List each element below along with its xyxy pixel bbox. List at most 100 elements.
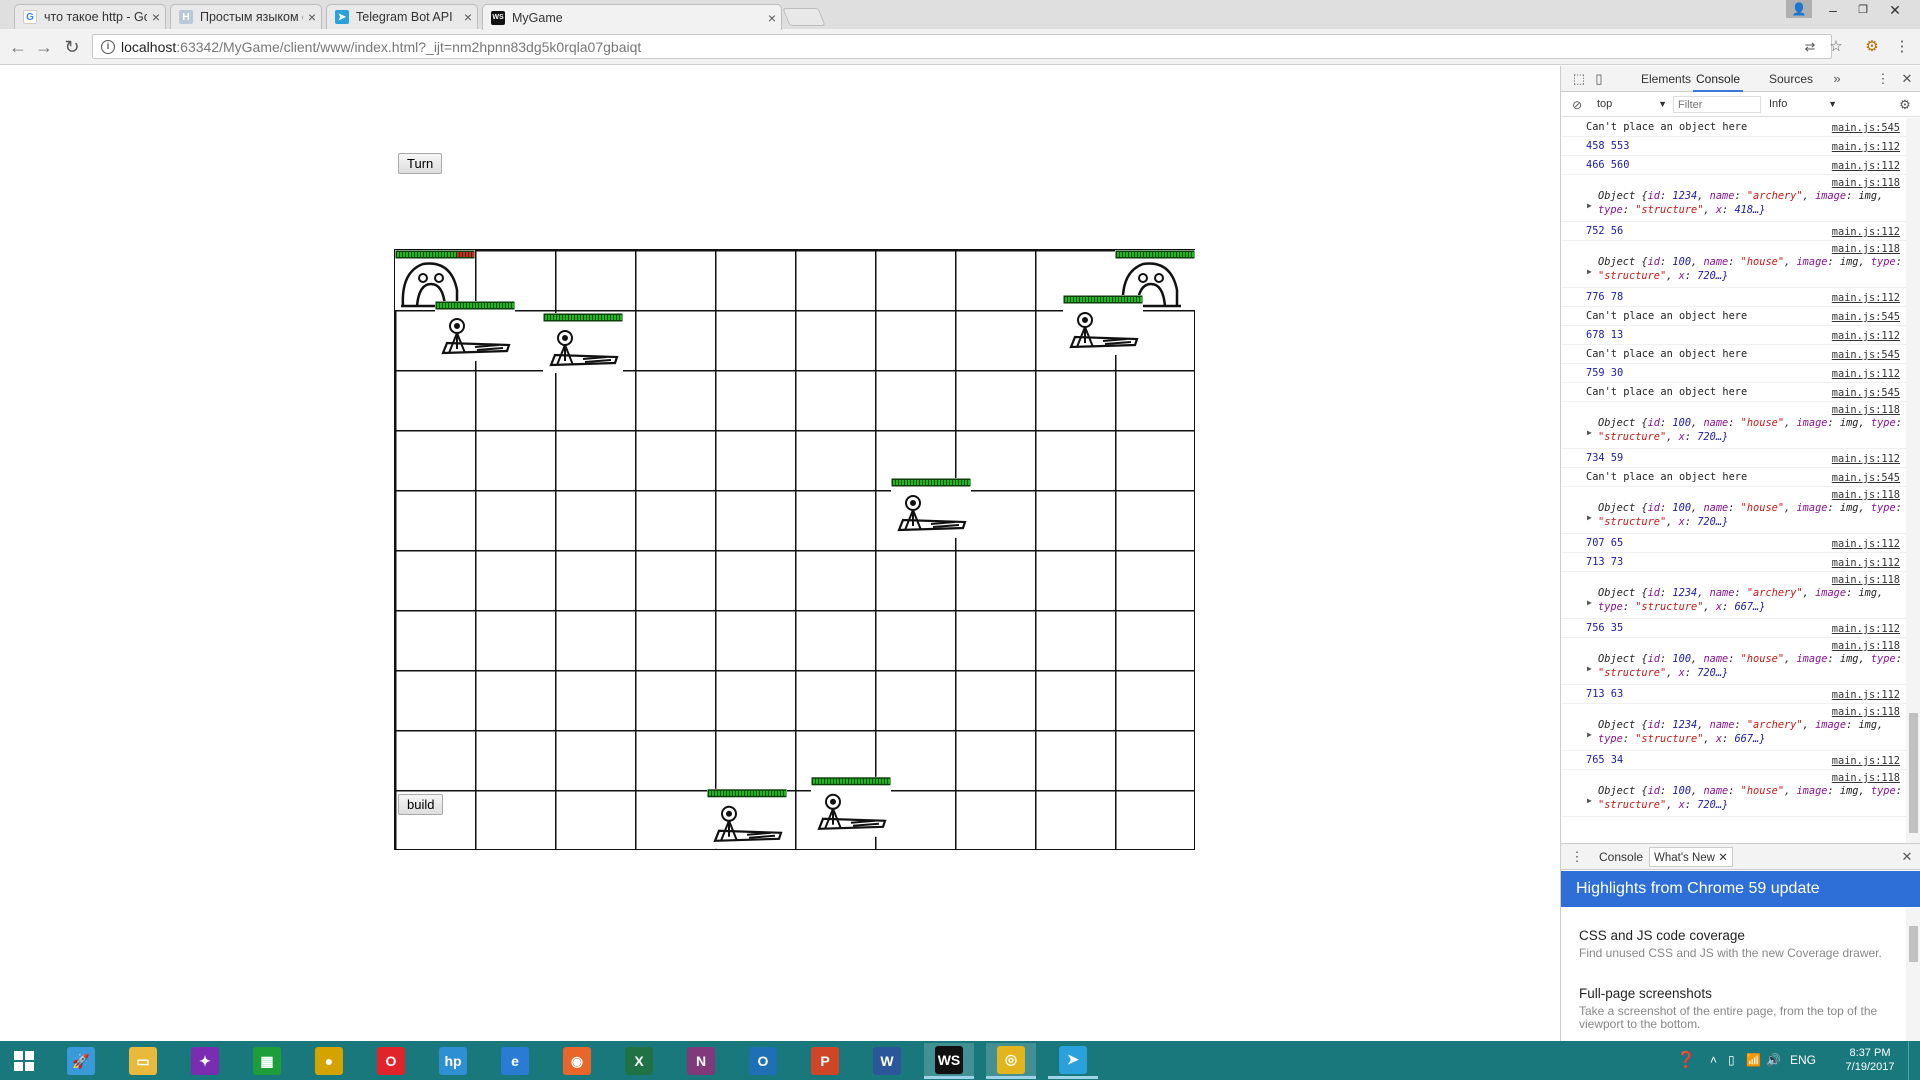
close-tab-icon[interactable]: × [147,9,165,25]
windows-start-button[interactable] [0,1043,48,1079]
console-source-link[interactable]: main.js:112 [1832,620,1900,639]
close-tab-icon[interactable]: × [459,9,477,25]
tab-http-article[interactable]: H Простым языком об HT × [170,4,322,29]
console-source-link[interactable]: main.js:545 [1832,346,1900,365]
house-structure[interactable] [543,313,623,373]
house-structure[interactable] [435,301,515,361]
console-source-link[interactable]: main.js:118 [1832,771,1900,785]
console-source-link[interactable]: main.js:112 [1832,752,1900,771]
console-object-entry[interactable]: main.js:118 ▶ Object {id: 1234, name: "arc… [1561,704,1906,751]
forward-arrow-icon[interactable]: → [32,35,56,59]
url-bar[interactable]: i localhost:63342/MyGame/client/www/inde… [92,34,1832,59]
tab-sources[interactable]: Sources [1769,66,1813,92]
new-tab-button[interactable] [782,8,826,26]
close-window-icon[interactable]: ✕ [1880,0,1910,20]
console-source-link[interactable]: main.js:112 [1832,157,1900,176]
whats-new-item[interactable]: CSS and JS code coverage Find unused CSS… [1579,928,1899,960]
restore-icon[interactable]: ❐ [1848,0,1878,20]
console-source-link[interactable]: main.js:112 [1832,450,1900,469]
console-object-entry[interactable]: main.js:118 ▶ Object {id: 1234, name: "arc… [1561,175,1906,222]
minimize-icon[interactable]: – [1818,0,1848,20]
clock[interactable]: 8:37 PM 7/19/2017 [1840,1041,1900,1080]
taskbar-app[interactable]: ▦ [242,1043,292,1079]
house-structure[interactable] [1063,295,1143,355]
console-source-link[interactable]: main.js:112 [1832,138,1900,157]
house-structure[interactable] [707,788,787,849]
expand-triangle-icon[interactable]: ▶ [1587,794,1592,808]
close-tab-icon[interactable]: ✕ [1718,852,1728,864]
console-scrollbar[interactable] [1906,118,1920,843]
taskbar-app[interactable]: W [862,1043,912,1079]
info-icon[interactable]: i [101,39,115,54]
taskbar-app[interactable]: ✦ [180,1043,230,1079]
device-icon[interactable]: ▯ [1728,1041,1735,1080]
drawer-tab-console[interactable]: Console [1599,844,1643,870]
console-filter-input[interactable] [1673,96,1761,113]
console-source-link[interactable]: main.js:118 [1832,573,1900,587]
tab-telegram-bot-api[interactable]: ➤ Telegram Bot API × [326,4,478,29]
console-source-link[interactable]: main.js:112 [1832,535,1900,554]
menu-dots-icon[interactable]: ⋮ [1892,37,1912,57]
scrollbar-thumb[interactable] [1909,713,1918,833]
taskbar-app[interactable]: 🚀 [56,1043,106,1079]
console-source-link[interactable]: main.js:118 [1832,639,1900,653]
console-object-entry[interactable]: main.js:118 ▶ Object {id: 100, name: "hous… [1561,402,1906,449]
close-devtools-icon[interactable]: ✕ [1897,66,1917,92]
close-tab-icon[interactable]: × [303,9,321,25]
console-source-link[interactable]: main.js:118 [1832,403,1900,417]
console-source-link[interactable]: main.js:112 [1832,686,1900,705]
taskbar-app[interactable]: e [490,1043,540,1079]
console-source-link[interactable]: main.js:545 [1832,384,1900,403]
taskbar-app[interactable]: ◎ [986,1043,1036,1079]
language-indicator[interactable]: ENG [1790,1041,1816,1080]
context-select[interactable]: top ▼ [1597,96,1667,113]
close-drawer-icon[interactable]: ✕ [1897,844,1917,870]
expand-triangle-icon[interactable]: ▶ [1587,662,1592,676]
build-button[interactable]: build [398,794,444,815]
show-desktop-button[interactable] [1908,1041,1920,1080]
translate-icon[interactable]: ⇄ [1800,37,1820,57]
console-source-link[interactable]: main.js:118 [1832,176,1900,190]
console-source-link[interactable]: main.js:545 [1832,469,1900,488]
devtools-menu-icon[interactable]: ⋮ [1873,66,1893,92]
tab-google[interactable]: G что такое http - Google × [14,4,166,29]
tab-mygame[interactable]: WS MyGame × [482,4,782,30]
expand-triangle-icon[interactable]: ▶ [1587,426,1592,440]
taskbar-app[interactable]: ◉ [552,1043,602,1079]
console-source-link[interactable]: main.js:118 [1832,705,1900,719]
bookmark-star-icon[interactable]: ☆ [1826,37,1846,57]
inspect-element-icon[interactable]: ⬚ [1569,66,1589,92]
expand-triangle-icon[interactable]: ▶ [1587,728,1592,742]
extension-icon[interactable]: ⚙ [1862,37,1882,57]
tray-expand-icon[interactable]: ˄ [1710,1041,1717,1080]
console-source-link[interactable]: main.js:545 [1832,308,1900,327]
console-source-link[interactable]: main.js:112 [1832,327,1900,346]
taskbar-app[interactable]: O [738,1043,788,1079]
drawer-menu-icon[interactable]: ⋮ [1567,844,1587,870]
taskbar-app[interactable]: P [800,1043,850,1079]
taskbar-app[interactable]: hp [428,1043,478,1079]
console-source-link[interactable]: main.js:112 [1832,223,1900,242]
tab-elements[interactable]: Elements [1641,66,1691,92]
taskbar-app[interactable]: O [366,1043,416,1079]
profile-icon[interactable]: 👤 [1786,0,1812,18]
taskbar-app[interactable]: ● [304,1043,354,1079]
scrollbar-thumb[interactable] [1909,926,1918,962]
console-object-entry[interactable]: main.js:118 ▶ Object {id: 1234, name: "arc… [1561,572,1906,619]
console-settings-icon[interactable]: ⚙ [1895,92,1915,118]
taskbar-app[interactable]: WS [924,1043,974,1079]
expand-triangle-icon[interactable]: ▶ [1587,265,1592,279]
console-source-link[interactable]: main.js:118 [1832,242,1900,256]
back-arrow-icon[interactable]: ← [6,35,30,59]
console-source-link[interactable]: main.js:545 [1832,119,1900,138]
console-object-entry[interactable]: main.js:118 ▶ Object {id: 100, name: "hous… [1561,487,1906,534]
console-object-entry[interactable]: main.js:118 ▶ Object {id: 100, name: "hous… [1561,770,1906,817]
taskbar-app[interactable]: N [676,1043,726,1079]
expand-triangle-icon[interactable]: ▶ [1587,596,1592,610]
drawer-tab-whats-new[interactable]: What's New ✕ [1649,847,1733,867]
house-structure[interactable] [811,776,891,837]
turn-button[interactable]: Turn [398,153,443,174]
console-source-link[interactable]: main.js:112 [1832,554,1900,573]
expand-triangle-icon[interactable]: ▶ [1587,511,1592,525]
taskbar-app[interactable]: ➤ [1048,1043,1098,1079]
